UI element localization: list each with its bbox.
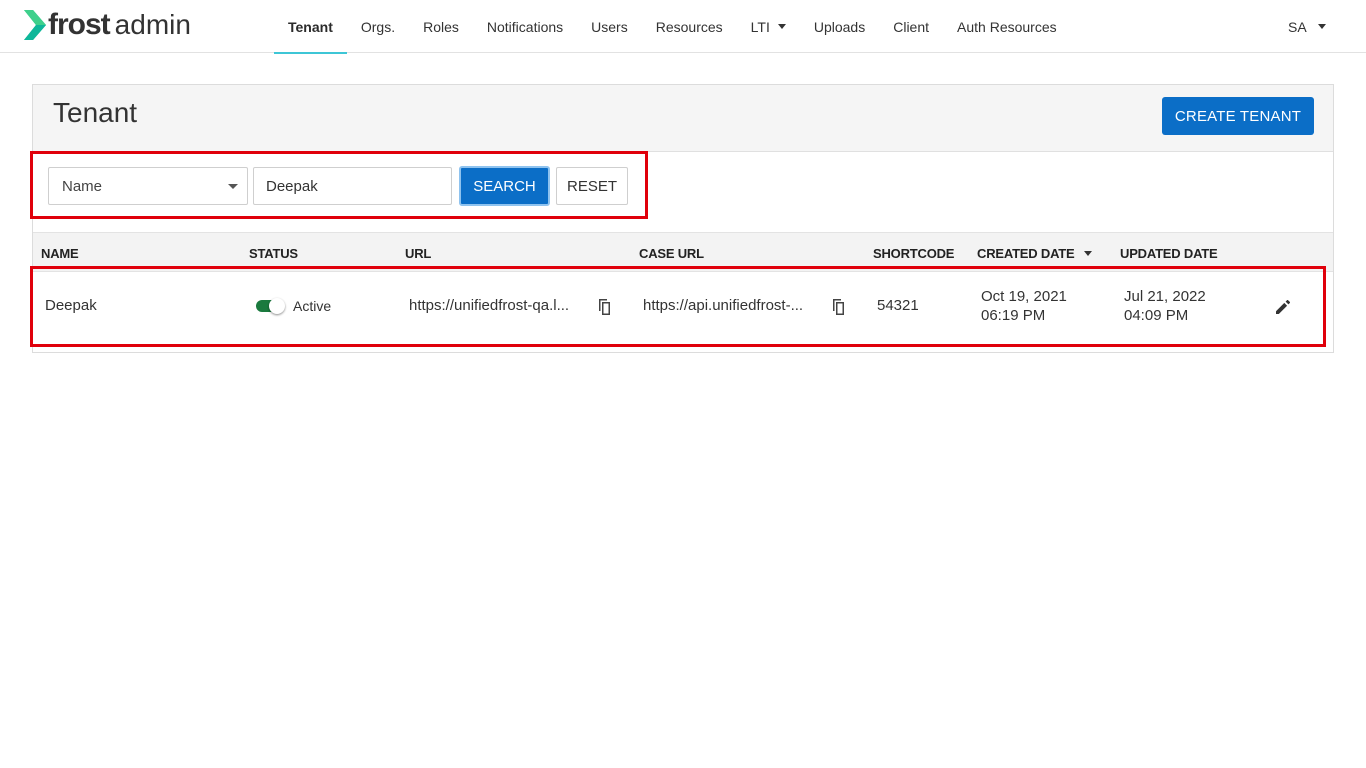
page-title: Tenant	[53, 97, 138, 128]
caret-down-icon	[777, 24, 786, 29]
nav-users[interactable]: Users	[577, 0, 642, 53]
card-header: Tenant CREATE TENANT	[33, 85, 1333, 152]
nav-orgs[interactable]: Orgs.	[347, 0, 409, 53]
app-logo[interactable]: frost admin	[24, 9, 191, 41]
nav-notifications[interactable]: Notifications	[473, 0, 577, 53]
nav-client[interactable]: Client	[879, 0, 943, 53]
nav-label: Tenant	[288, 18, 333, 35]
create-tenant-button[interactable]: CREATE TENANT	[1162, 97, 1314, 135]
nav-label: Client	[893, 18, 930, 35]
user-initials: SA	[1288, 18, 1307, 35]
main-nav: Tenant Orgs. Roles Notifications Users R…	[274, 0, 1071, 54]
nav-label: Users	[591, 18, 628, 35]
nav-label: LTI	[750, 18, 770, 35]
search-highlight-box	[30, 151, 648, 219]
logo-suffix: admin	[114, 9, 191, 40]
row-highlight-box	[30, 266, 1326, 347]
chevron-right-icon	[24, 10, 46, 40]
caret-down-icon	[1317, 24, 1326, 29]
logo-brand: frost	[48, 8, 111, 41]
nav-label: Roles	[423, 18, 459, 35]
nav-label: Resources	[655, 18, 723, 35]
nav-roles[interactable]: Roles	[409, 0, 473, 53]
sort-desc-icon	[1083, 250, 1092, 256]
nav-label: Auth Resources	[957, 18, 1057, 35]
nav-label: Uploads	[813, 18, 866, 35]
nav-tenant[interactable]: Tenant	[274, 0, 347, 54]
nav-resources[interactable]: Resources	[642, 0, 737, 53]
nav-auth-resources[interactable]: Auth Resources	[943, 0, 1071, 53]
user-menu[interactable]: SA	[1288, 0, 1326, 53]
col-created-date-label: CREATED DATE	[977, 245, 1075, 261]
nav-uploads[interactable]: Uploads	[800, 0, 879, 53]
nav-lti-dropdown[interactable]: LTI	[737, 0, 800, 53]
nav-label: Orgs.	[360, 18, 396, 35]
top-navbar: frost admin Tenant Orgs. Roles Notificat…	[0, 0, 1366, 54]
nav-label: Notifications	[486, 18, 564, 35]
